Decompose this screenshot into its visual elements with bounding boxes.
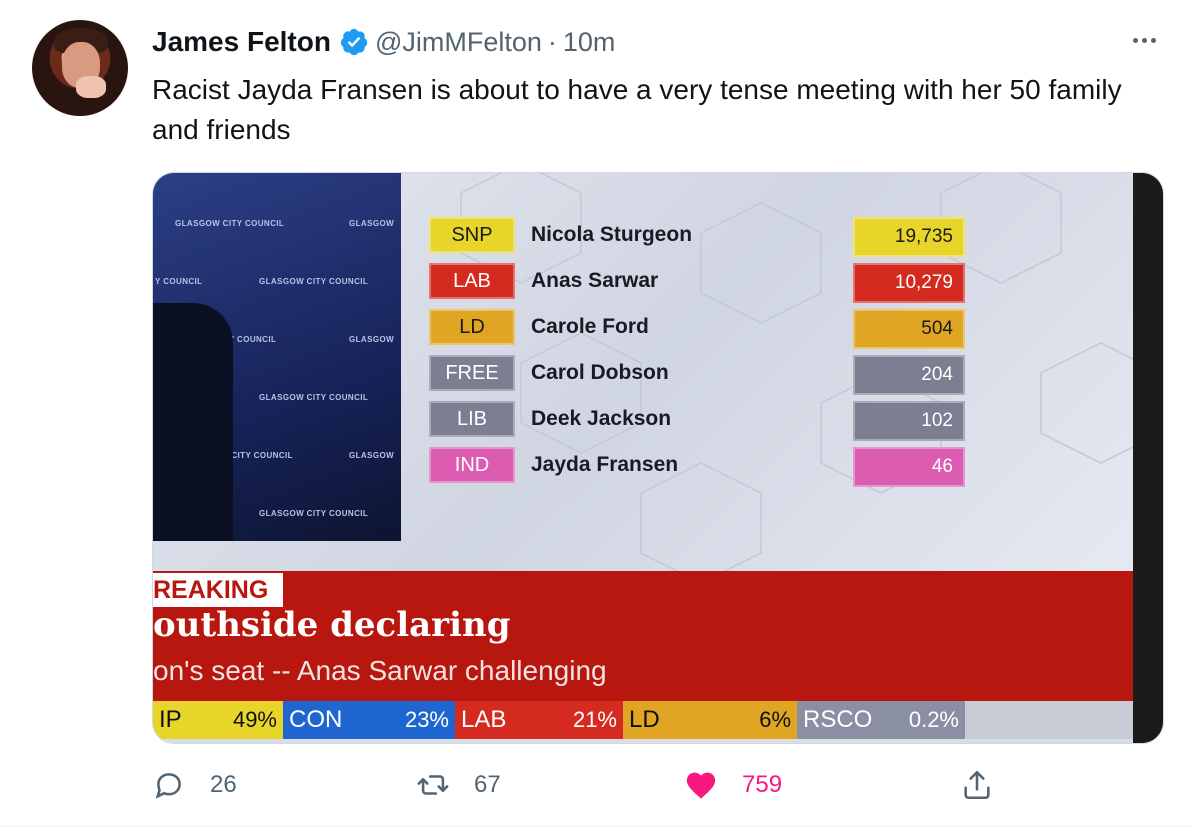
ticker-percent: 23% <box>404 707 449 732</box>
author-name[interactable]: James Felton <box>152 26 331 58</box>
share-button[interactable] <box>960 768 1018 802</box>
reply-count: 26 <box>210 771 237 798</box>
retweet-icon <box>417 775 449 795</box>
studio-logo-text: GLASGOW CITY COUNCIL <box>259 393 369 402</box>
ticker-item: LD 6% <box>623 701 797 739</box>
tweet[interactable]: James Felton @JimMFelton · 10m Racist Ja… <box>0 0 1192 832</box>
candidate-name: Anas Sarwar <box>531 269 659 292</box>
breaking-tag: REAKING <box>153 573 283 607</box>
ticker-party: RSCO <box>803 706 873 733</box>
vote-count: 19,735 <box>853 217 965 257</box>
like-count: 759 <box>742 771 783 798</box>
studio-logo-text: GLASGOW <box>349 219 395 228</box>
vote-count: 204 <box>853 355 965 395</box>
retweet-button[interactable]: 67 <box>416 768 501 802</box>
party-label: SNP <box>429 217 515 253</box>
vote-count: 504 <box>853 309 965 349</box>
studio-logo-text: GLASGOW <box>349 451 395 460</box>
author-handle[interactable]: @JimMFelton <box>375 27 542 58</box>
ticker-item: CON 23% <box>283 701 455 739</box>
verified-badge-icon <box>340 28 368 56</box>
more-icon[interactable] <box>1124 30 1164 50</box>
breaking-banner: REAKING outhside declaring on's seat -- … <box>153 571 1133 703</box>
ticker-party: CON <box>289 706 343 733</box>
ticker-item: RSCO 0.2% <box>797 701 965 739</box>
results-board: GLASGOW CITY COUNCIL GLASGOW Y COUNCIL G… <box>153 173 1133 573</box>
vote-count: 10,279 <box>853 263 965 303</box>
candidate-name: Deek Jackson <box>531 407 672 430</box>
tweet-actions: 26 67 759 <box>152 762 1032 812</box>
party-label: IND <box>429 447 515 483</box>
candidate-name: Jayda Fransen <box>531 453 679 476</box>
studio-logo-text: GLASGOW CITY COUNCIL <box>259 509 369 518</box>
candidate-name: Carol Dobson <box>531 361 669 384</box>
ticker-party: LAB <box>461 706 507 733</box>
heart-icon <box>686 772 716 799</box>
candidate-name: Nicola Sturgeon <box>531 223 693 246</box>
ticker-percent: 49% <box>232 707 277 732</box>
retweet-count: 67 <box>474 771 501 798</box>
ticker-party: LD <box>629 706 660 733</box>
results-ticker: IP 49% CON 23% LAB 21% LD 6% RSCO 0.2% <box>153 701 1133 739</box>
studio-logo-text: Y COUNCIL <box>155 277 203 286</box>
party-label: FREE <box>429 355 515 391</box>
avatar[interactable] <box>32 20 128 116</box>
like-button[interactable]: 759 <box>684 768 782 802</box>
ticker-item: IP 49% <box>153 701 283 739</box>
studio-logo-text: GLASGOW <box>349 335 395 344</box>
studio-logo-text: GLASGOW CITY COUNCIL <box>259 277 369 286</box>
candidate-name: Carole Ford <box>531 315 649 338</box>
tv-bezel <box>1133 173 1163 743</box>
vote-count: 102 <box>853 401 965 441</box>
ticker-percent: 6% <box>759 707 791 732</box>
party-label: LD <box>429 309 515 345</box>
banner-subline: on's seat -- Anas Sarwar challenging <box>153 655 607 686</box>
tweet-header: James Felton @JimMFelton · 10m <box>152 22 615 62</box>
tweet-text: Racist Jayda Fransen is about to have a … <box>152 74 1122 145</box>
ticker-item: LAB 21% <box>455 701 623 739</box>
share-icon <box>964 770 990 800</box>
reply-icon <box>155 773 181 799</box>
party-label: LIB <box>429 401 515 437</box>
avatar-hand <box>76 76 106 98</box>
tweet-timestamp[interactable]: 10m <box>563 27 616 58</box>
ticker-party: IP <box>159 706 182 733</box>
separator-dot: · <box>547 26 557 57</box>
ticker-percent: 0.2% <box>908 707 959 732</box>
studio-backdrop: GLASGOW CITY COUNCIL GLASGOW Y COUNCIL G… <box>153 173 401 541</box>
party-label: LAB <box>429 263 515 299</box>
studio-logo-text: V CITY COUNCIL <box>223 451 293 460</box>
vote-count: 46 <box>853 447 965 487</box>
reply-button[interactable]: 26 <box>152 768 237 802</box>
ticker-percent: 21% <box>572 707 617 732</box>
tweet-divider <box>0 826 1192 827</box>
banner-headline: outhside declaring <box>153 605 511 645</box>
studio-logo-text: GLASGOW CITY COUNCIL <box>175 219 285 228</box>
tweet-media[interactable]: GLASGOW CITY COUNCIL GLASGOW Y COUNCIL G… <box>152 172 1164 744</box>
presenter-silhouette <box>153 303 233 541</box>
